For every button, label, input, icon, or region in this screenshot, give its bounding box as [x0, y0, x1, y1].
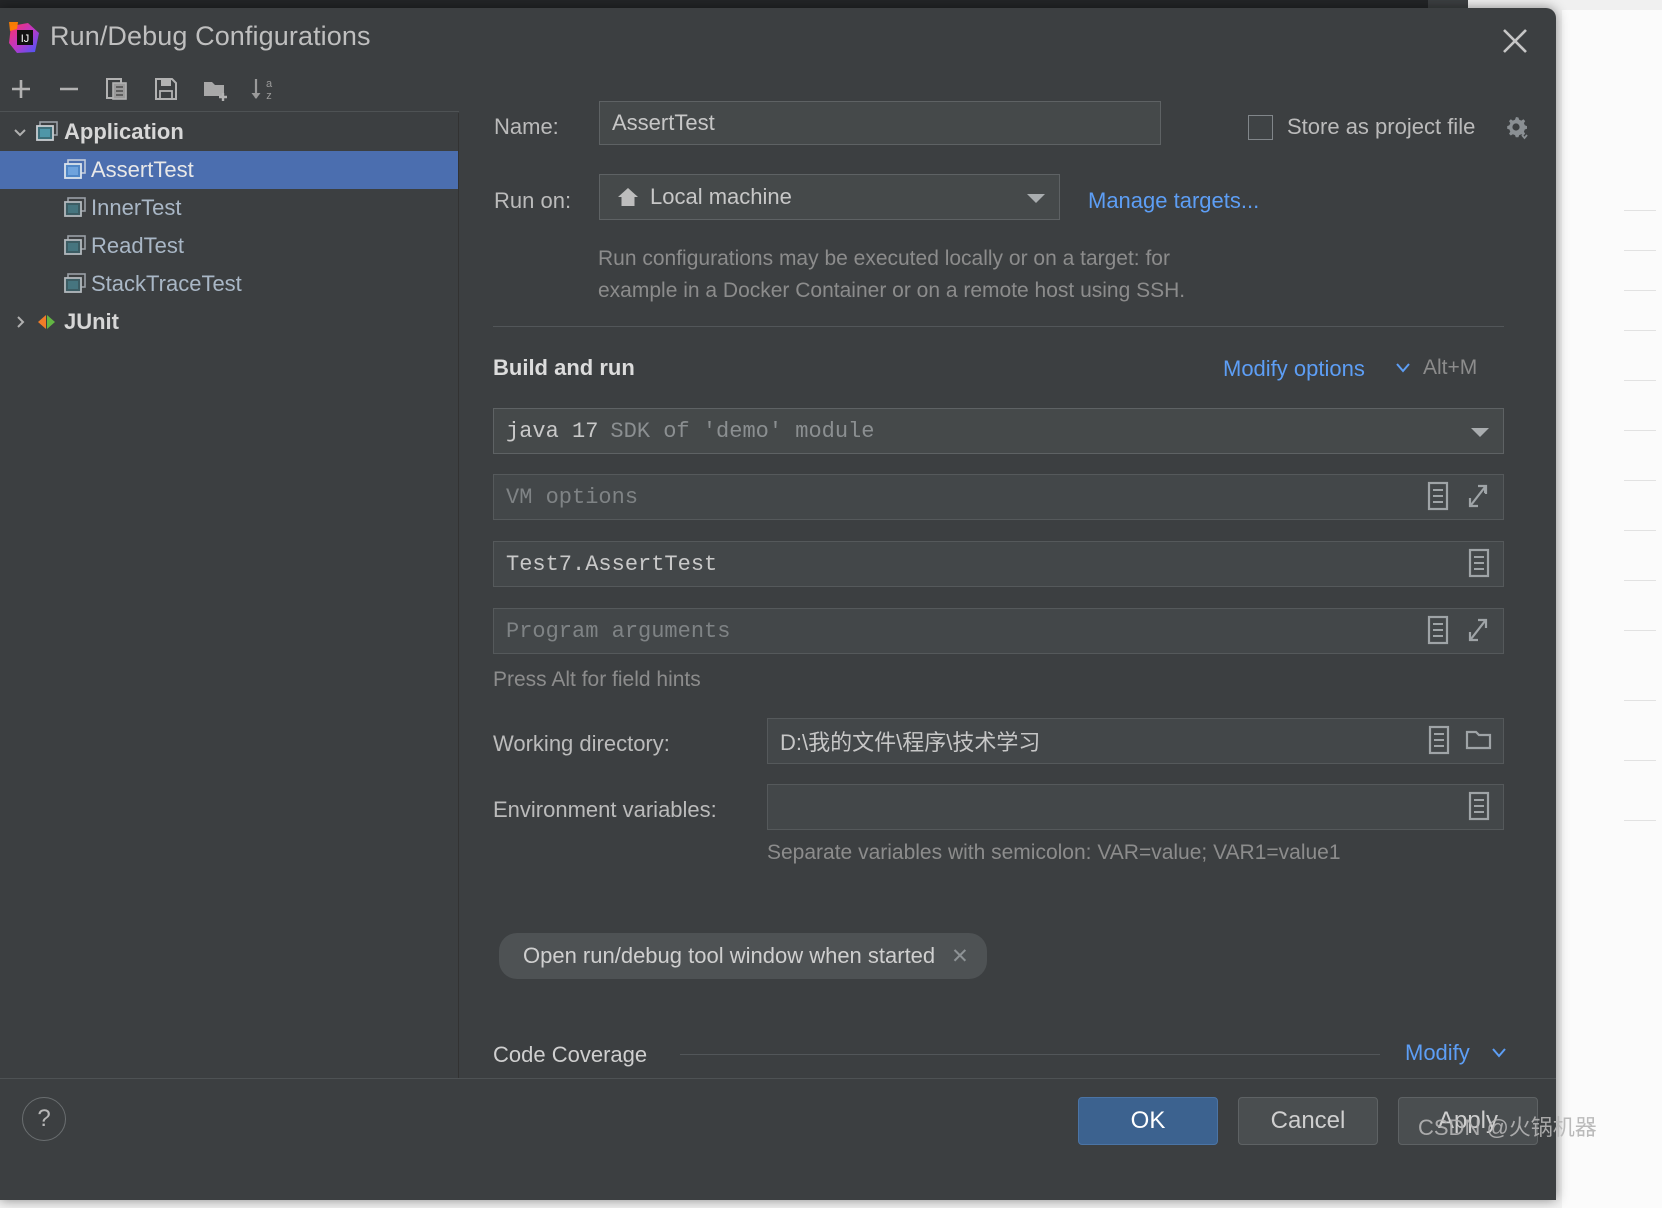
- environment-variables-hint: Separate variables with semicolon: VAR=v…: [767, 841, 1341, 864]
- remove-configuration-button[interactable]: [52, 74, 86, 106]
- field-hints-text: Press Alt for field hints: [493, 668, 701, 691]
- run-debug-configurations-dialog: IJ Run/Debug Configurations a z Applicat…: [0, 8, 1556, 1200]
- list-icon[interactable]: [1425, 614, 1451, 645]
- main-class-input[interactable]: Test7.AssertTest: [493, 541, 1504, 587]
- open-tool-window-tag-label: Open run/debug tool window when started: [523, 943, 936, 968]
- svg-text:z: z: [266, 90, 272, 102]
- tree-item-label: ReadTest: [91, 233, 184, 258]
- add-configuration-button[interactable]: [4, 74, 38, 106]
- main-class-value: Test7.AssertTest: [506, 551, 718, 577]
- folder-browse-icon[interactable]: [1465, 726, 1492, 756]
- tree-item-readtest[interactable]: ReadTest: [0, 227, 458, 265]
- program-arguments-placeholder: Program arguments: [506, 618, 731, 644]
- vm-options-input[interactable]: VM options: [493, 474, 1504, 520]
- chevron-down-icon[interactable]: [1394, 360, 1412, 379]
- screen: IJ Run/Debug Configurations a z Applicat…: [0, 0, 1662, 1208]
- name-label: Name:: [494, 114, 559, 139]
- tree-item-asserttest[interactable]: AssertTest: [0, 151, 458, 189]
- vm-options-placeholder: VM options: [506, 484, 639, 510]
- program-arguments-input[interactable]: Program arguments: [493, 608, 1504, 654]
- application-icon: [62, 159, 88, 181]
- configurations-tree: Application AssertTest InnerTest ReadTes…: [0, 113, 459, 1150]
- run-on-hint-line-1: Run configurations may be executed local…: [598, 247, 1170, 270]
- open-tool-window-tag[interactable]: Open run/debug tool window when started …: [499, 933, 987, 979]
- close-small-icon[interactable]: ✕: [951, 944, 969, 969]
- help-button[interactable]: ?: [22, 1097, 66, 1141]
- code-coverage-modify-link[interactable]: Modify: [1405, 1040, 1470, 1066]
- ide-background-right: [1562, 0, 1662, 1208]
- ok-button[interactable]: OK: [1078, 1097, 1218, 1145]
- sort-configurations-button[interactable]: a z: [246, 74, 280, 106]
- list-icon[interactable]: [1466, 790, 1492, 821]
- code-coverage-divider: [680, 1054, 1380, 1055]
- section-divider: [493, 326, 1504, 327]
- list-icon[interactable]: [1466, 547, 1492, 578]
- environment-variables-label: Environment variables:: [493, 797, 717, 822]
- dialog-footer: ? OK Cancel Apply: [0, 1078, 1556, 1200]
- run-on-hint-line-2: example in a Docker Container or on a re…: [598, 279, 1186, 302]
- tree-item-label: Application: [64, 119, 184, 144]
- list-icon[interactable]: [1425, 480, 1451, 511]
- modify-options-link[interactable]: Modify options: [1223, 356, 1365, 382]
- new-folder-button[interactable]: [198, 74, 232, 106]
- close-icon[interactable]: [1496, 22, 1534, 60]
- tree-item-label: JUnit: [64, 309, 119, 334]
- working-directory-value: D:\我的文件\程序\技术学习: [780, 730, 1041, 755]
- expand-icon[interactable]: [1465, 480, 1491, 510]
- chevron-down-icon[interactable]: [1027, 194, 1045, 203]
- chevron-down-icon[interactable]: [1490, 1045, 1508, 1064]
- jdk-value-name: java 17: [506, 418, 599, 444]
- svg-text:IJ: IJ: [21, 33, 30, 45]
- store-as-project-file-checkbox[interactable]: Store as project file: [1248, 114, 1475, 140]
- run-on-select[interactable]: Local machine: [599, 174, 1060, 220]
- build-and-run-title: Build and run: [493, 355, 635, 380]
- checkbox-box: [1248, 114, 1273, 140]
- intellij-idea-logo-icon: IJ: [8, 22, 40, 54]
- jdk-value-description: SDK of 'demo' module: [610, 418, 875, 444]
- gear-icon[interactable]: [1503, 114, 1529, 145]
- code-coverage-title: Code Coverage: [493, 1042, 648, 1067]
- list-icon[interactable]: [1426, 724, 1452, 755]
- manage-targets-link[interactable]: Manage targets...: [1088, 188, 1259, 214]
- working-directory-input[interactable]: D:\我的文件\程序\技术学习: [767, 718, 1504, 764]
- dialog-titlebar: IJ Run/Debug Configurations: [0, 8, 1556, 66]
- run-on-value: Local machine: [650, 184, 792, 209]
- tree-item-label: StackTraceTest: [91, 271, 242, 296]
- tree-item-application[interactable]: Application: [0, 113, 458, 151]
- svg-text:a: a: [266, 78, 273, 90]
- save-configuration-button[interactable]: [149, 74, 183, 106]
- cancel-button[interactable]: Cancel: [1238, 1097, 1378, 1145]
- home-icon: [616, 185, 640, 209]
- run-on-label: Run on:: [494, 188, 572, 213]
- application-icon: [34, 121, 60, 143]
- configuration-editor-panel: Name: AssertTest Store as project file R…: [460, 68, 1556, 1078]
- tree-item-innertest[interactable]: InnerTest: [0, 189, 458, 227]
- configurations-toolbar: a z: [0, 68, 459, 112]
- expand-icon[interactable]: [1465, 614, 1491, 644]
- name-value: AssertTest: [612, 110, 715, 135]
- application-icon: [62, 273, 88, 295]
- chevron-down-icon[interactable]: [1471, 428, 1489, 437]
- application-icon: [62, 197, 88, 219]
- name-input[interactable]: AssertTest: [599, 101, 1161, 145]
- store-as-project-file-label: Store as project file: [1287, 114, 1476, 139]
- tree-item-stacktracetest[interactable]: StackTraceTest: [0, 265, 458, 303]
- application-icon: [62, 235, 88, 257]
- tree-item-junit[interactable]: JUnit: [0, 303, 458, 341]
- environment-variables-input[interactable]: [767, 784, 1504, 830]
- modify-options-shortcut: Alt+M: [1423, 356, 1478, 379]
- jdk-select[interactable]: java 17 SDK of 'demo' module: [493, 408, 1504, 454]
- chevron-right-icon[interactable]: [6, 312, 34, 332]
- dialog-title: Run/Debug Configurations: [50, 21, 371, 51]
- chevron-down-icon[interactable]: [6, 122, 34, 142]
- tree-item-label: AssertTest: [91, 157, 194, 182]
- tree-item-label: InnerTest: [91, 195, 182, 220]
- copy-configuration-button[interactable]: [100, 74, 134, 106]
- working-directory-label: Working directory:: [493, 731, 670, 756]
- watermark: CSDN @火锅机器: [1418, 1115, 1597, 1140]
- junit-icon: [34, 311, 60, 333]
